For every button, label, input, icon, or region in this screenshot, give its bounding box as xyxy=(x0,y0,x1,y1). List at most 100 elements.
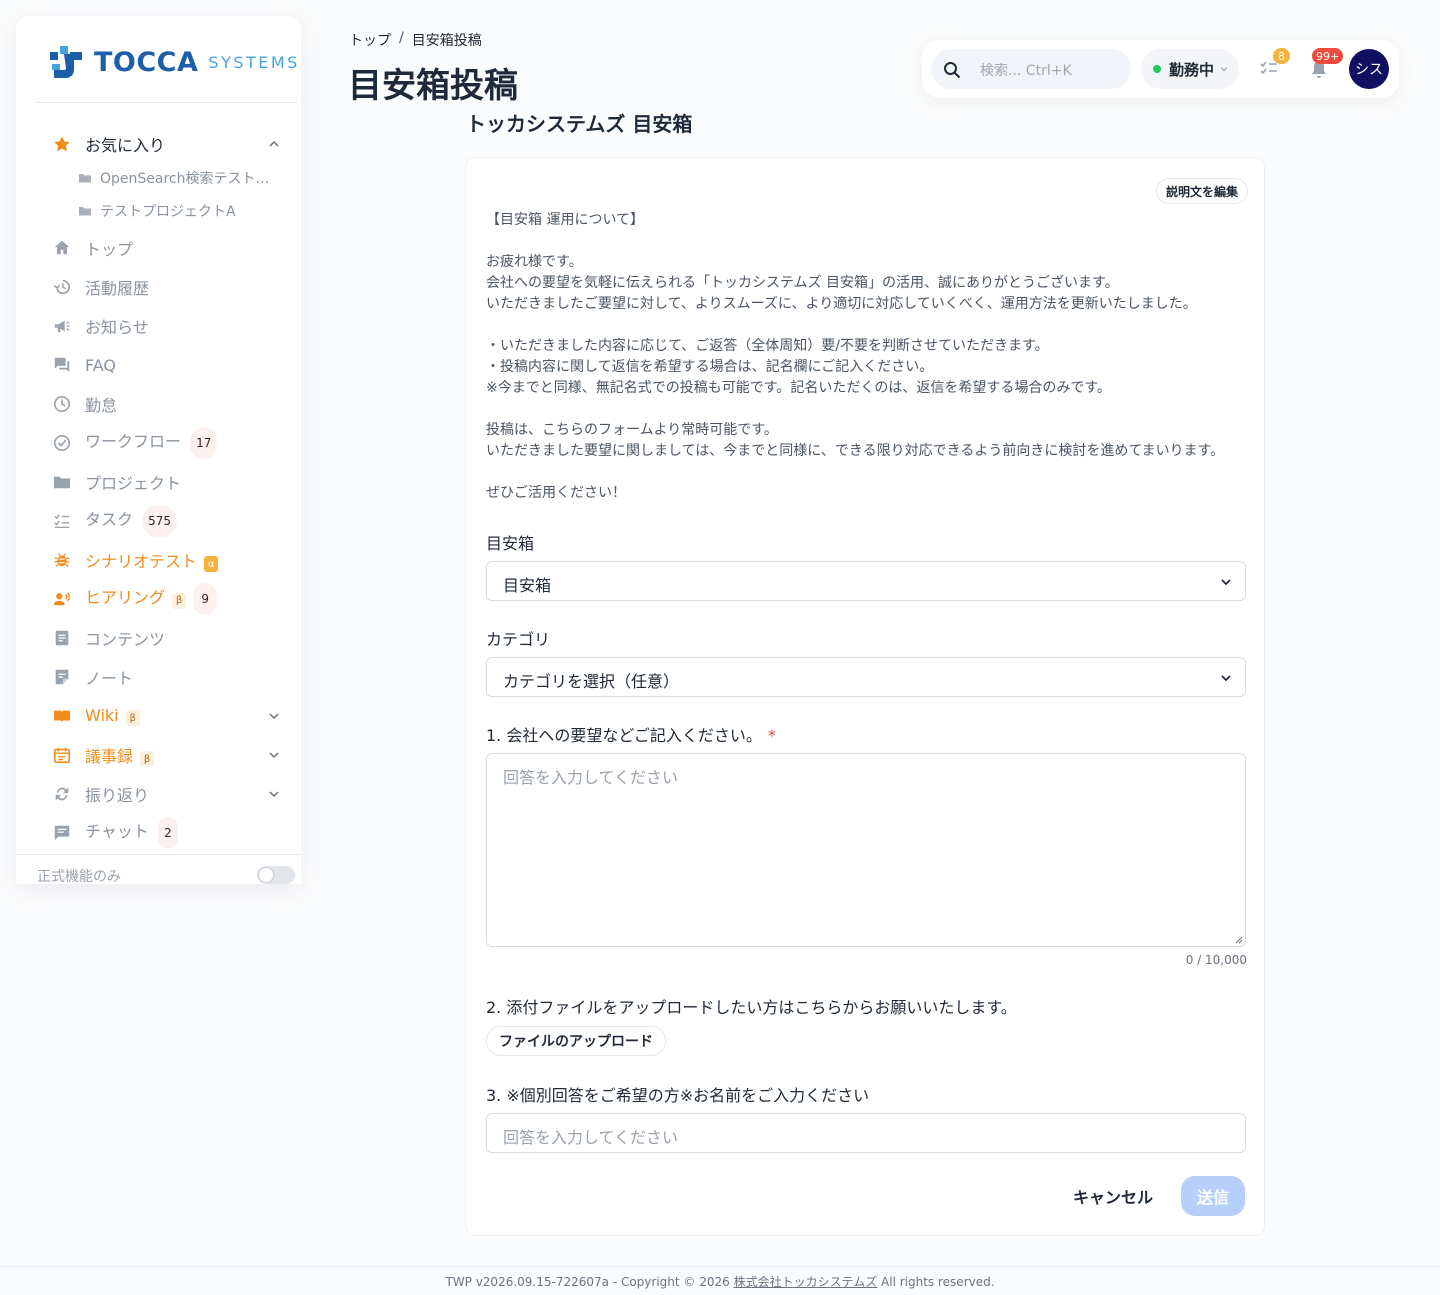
count-badge: 2 xyxy=(157,817,178,849)
footer-rights: All rights reserved. xyxy=(877,1275,995,1289)
sidebar-item-scenario-test[interactable]: シナリオテスト α xyxy=(16,542,301,578)
sidebar-item-contents[interactable]: コンテンツ xyxy=(16,620,301,656)
bug-icon xyxy=(52,550,72,570)
category-label: カテゴリ xyxy=(486,630,551,649)
description-text: 【目安箱 運用について】 お疲れ様です。 会社への要望を気軽に伝えられる「トッカ… xyxy=(486,210,1246,504)
history-icon xyxy=(52,277,72,297)
edit-description-button[interactable]: 説明文を編集 xyxy=(1156,178,1249,204)
q1-label-text: 1. 会社への要望などご記入ください。 xyxy=(486,726,762,745)
sidebar-item-notes[interactable]: ノート xyxy=(16,659,301,695)
megaphone-icon xyxy=(52,316,72,336)
favorite-item[interactable]: テストプロジェクトA xyxy=(16,197,301,225)
sidebar-item-workflow[interactable]: ワークフロー 17 xyxy=(16,425,301,461)
sidebar-item-label: コンテンツ xyxy=(85,630,166,649)
sidebar-item-label: FAQ xyxy=(85,355,116,375)
search-input[interactable]: 検索... Ctrl+K xyxy=(931,49,1131,89)
official-only-toggle[interactable] xyxy=(257,866,295,884)
sidebar-item-label: タスク 575 xyxy=(85,505,178,537)
description-line: 投稿は、こちらのフォームより常時可能です。 xyxy=(486,422,778,438)
resize-grip-icon[interactable] xyxy=(1235,936,1243,944)
sidebar-item-top[interactable]: トップ xyxy=(16,230,301,266)
tasks-badge: 8 xyxy=(1273,48,1290,64)
footer: TWP v2026.09.15-722607a - Copyright © 20… xyxy=(0,1273,1440,1290)
suggestion-box-title: トッカシステムズ 目安箱 xyxy=(466,112,693,136)
user-avatar[interactable]: シス xyxy=(1349,49,1389,89)
work-status-dropdown[interactable]: 勤務中 xyxy=(1141,49,1239,89)
company-link[interactable]: 株式会社トッカシステムズ xyxy=(734,1275,878,1289)
beta-tag: β xyxy=(125,710,140,727)
description-line: ぜひご活用ください！ xyxy=(486,485,626,501)
breadcrumb-item-top[interactable]: トップ xyxy=(349,30,391,50)
q1-textarea[interactable]: 回答を入力してください xyxy=(486,753,1246,947)
sidebar-item-label: シナリオテスト α xyxy=(85,548,219,573)
description-line: ・投稿内容に関して返信を希望する場合は、記名欄にご記入ください。 xyxy=(486,359,934,375)
refresh-icon xyxy=(52,784,72,804)
description-line: いただきました要望に関しましては、今までと同様に、できる限り対応できるよう前向き… xyxy=(486,443,1225,459)
sidebar-item-label: プロジェクト xyxy=(85,474,182,493)
favorite-item-label: テストプロジェクトA xyxy=(100,204,236,220)
sidebar: TOCCA SYSTEMS お気に入り OpenSearch検索テスト用プ… テ… xyxy=(16,16,301,884)
tocca-logo[interactable]: TOCCA SYSTEMS xyxy=(48,44,300,80)
category-value: カテゴリを選択（任意） xyxy=(503,672,680,691)
description-line xyxy=(486,231,1246,252)
check-circle-icon xyxy=(52,433,72,453)
description-line: ※今までと同様、無記名式での投稿も可能です。記名いただくのは、返信を希望する場合… xyxy=(486,380,1111,396)
description-line: ・いただきました内容に応じて、ご返答（全体周知）要/不要を判断させていただきます… xyxy=(486,338,1049,354)
sidebar-item-text: タスク xyxy=(85,510,134,529)
sidebar-item-attendance[interactable]: 勤怠 xyxy=(16,386,301,422)
document-icon xyxy=(52,628,72,648)
q3-name-input[interactable]: 回答を入力してください xyxy=(486,1113,1246,1153)
sidebar-item-favorites[interactable]: お気に入り xyxy=(16,126,301,162)
required-mark: * xyxy=(767,726,776,745)
sidebar-item-label: 活動履歴 xyxy=(85,279,150,298)
breadcrumb-separator: / xyxy=(399,30,404,46)
search-placeholder: 検索... Ctrl+K xyxy=(980,63,1072,79)
category-select[interactable]: カテゴリを選択（任意） xyxy=(486,657,1246,697)
suggestion-box-label: 目安箱 xyxy=(486,534,535,553)
cancel-button[interactable]: キャンセル xyxy=(1073,1184,1153,1208)
chevron-down-icon[interactable] xyxy=(266,786,282,802)
toggle-knob xyxy=(258,867,274,883)
sidebar-item-faq[interactable]: FAQ xyxy=(16,347,301,383)
chevron-down-icon[interactable] xyxy=(266,747,282,763)
count-badge: 575 xyxy=(142,505,178,537)
logo-wordmark: TOCCA xyxy=(94,46,199,78)
home-icon xyxy=(52,238,72,258)
count-badge: 9 xyxy=(193,583,218,615)
sidebar-item-hearing[interactable]: ヒアリング β 9 xyxy=(16,581,301,617)
sidebar-item-retrospective[interactable]: 振り返り xyxy=(16,776,301,812)
breadcrumb-item-current: 目安箱投稿 xyxy=(411,33,482,49)
status-dot xyxy=(1153,65,1161,73)
sidebar-item-minutes[interactable]: 議事録 β xyxy=(16,737,301,773)
suggestion-box-value: 目安箱 xyxy=(503,576,552,595)
sidebar-item-projects[interactable]: プロジェクト xyxy=(16,464,301,500)
sidebar-item-news[interactable]: お知らせ xyxy=(16,308,301,344)
chevron-up-icon[interactable] xyxy=(266,136,282,152)
chevron-down-icon xyxy=(1221,579,1231,586)
breadcrumb: トップ / 目安箱投稿 xyxy=(349,30,482,50)
star-icon xyxy=(52,134,72,154)
q2-label: 2. 添付ファイルをアップロードしたい方はこちらからお願いいたします。 xyxy=(486,998,1017,1017)
description-line: お疲れ様です。 xyxy=(486,254,583,270)
alpha-tag: α xyxy=(204,556,219,573)
sidebar-item-tasks[interactable]: タスク 575 xyxy=(16,503,301,539)
sidebar-item-label: お知らせ xyxy=(85,318,149,337)
sidebar-item-activity[interactable]: 活動履歴 xyxy=(16,269,301,305)
favorite-item[interactable]: OpenSearch検索テスト用プ… xyxy=(16,164,301,192)
work-status-label: 勤務中 xyxy=(1169,61,1215,79)
suggestion-box-select[interactable]: 目安箱 xyxy=(486,561,1246,601)
sidebar-item-label: 議事録 β xyxy=(85,743,155,768)
sidebar-item-wiki[interactable]: Wiki β xyxy=(16,698,301,734)
sidebar-item-label: 勤怠 xyxy=(85,396,118,415)
speaker-person-icon xyxy=(52,589,72,609)
description-line xyxy=(486,462,1246,483)
chevron-down-icon[interactable] xyxy=(266,708,282,724)
sidebar-item-label: Wiki β xyxy=(85,706,140,727)
sidebar-item-label: チャット 2 xyxy=(85,817,178,849)
sidebar-item-chat[interactable]: チャット 2 xyxy=(16,815,301,851)
q1-label: 1. 会社への要望などご記入ください。 * xyxy=(486,722,776,746)
sidebar-item-label: ノート xyxy=(85,669,134,688)
file-upload-button[interactable]: ファイルのアップロード xyxy=(486,1026,666,1056)
submit-button[interactable]: 送信 xyxy=(1181,1176,1245,1216)
book-icon xyxy=(52,706,72,726)
